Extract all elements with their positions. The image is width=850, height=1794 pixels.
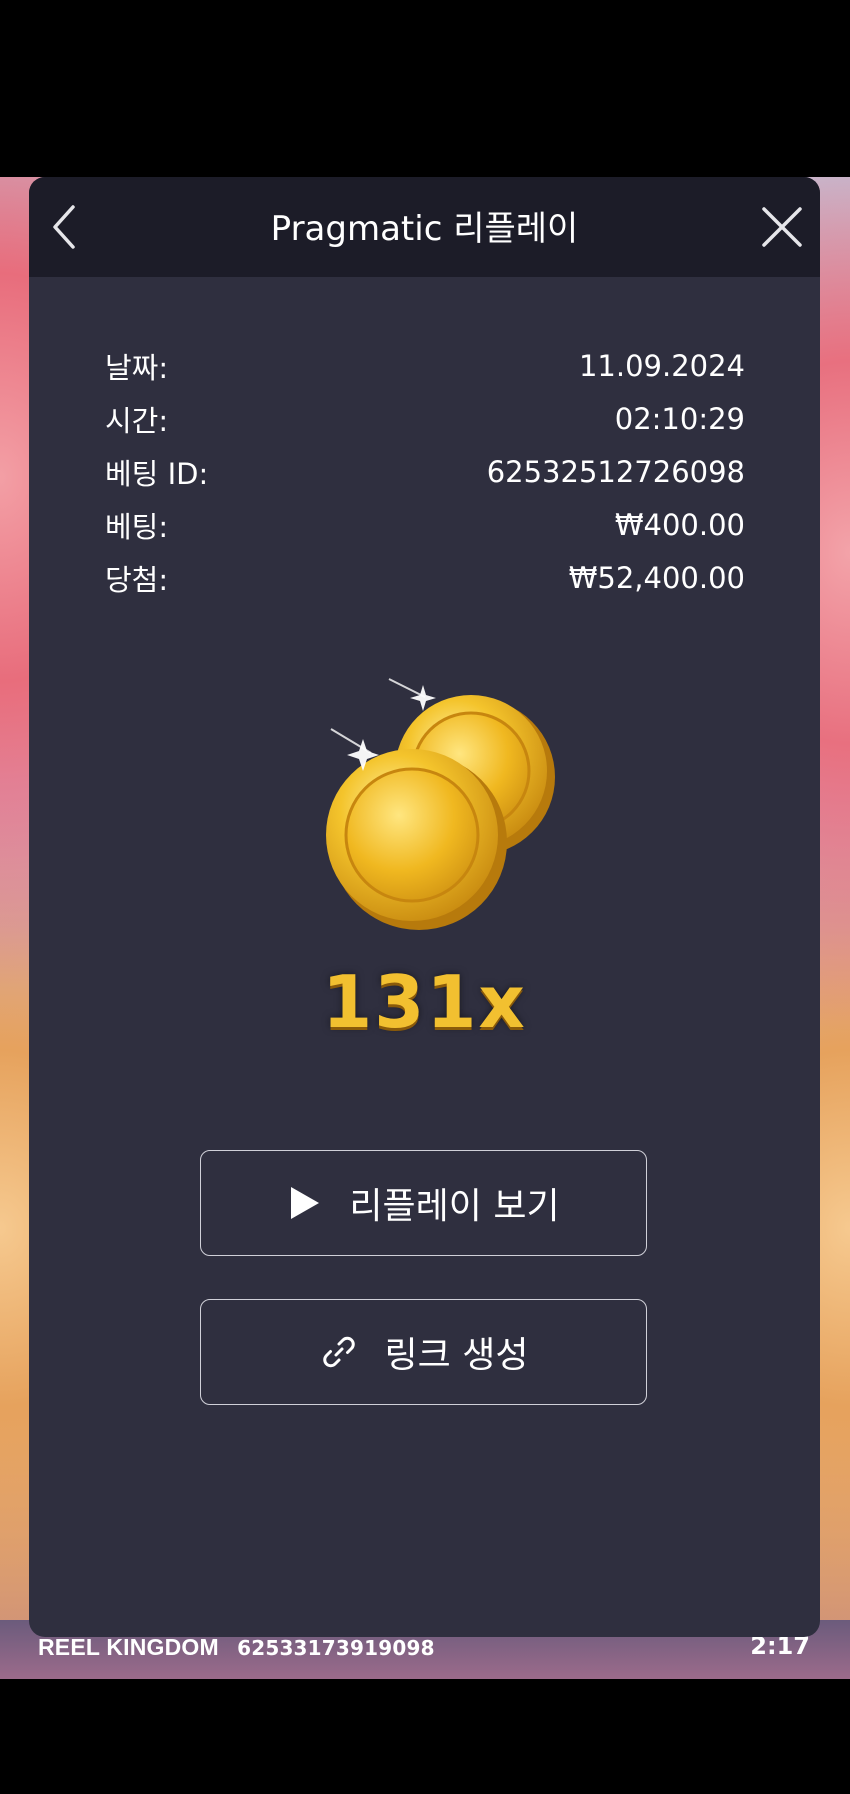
time-label: 시간: <box>105 403 169 438</box>
bet-label: 베팅: <box>105 509 169 544</box>
info-row-bet-id: 베팅 ID: 62532512726098 <box>105 445 745 498</box>
date-label: 날짜: <box>105 350 169 385</box>
info-row-time: 시간: 02:10:29 <box>105 392 745 445</box>
create-link-button[interactable]: 링크 생성 <box>200 1299 647 1405</box>
footer-round-id: 62533173919098 <box>237 1636 435 1660</box>
win-value: ₩52,400.00 <box>568 560 745 595</box>
play-icon <box>287 1183 323 1223</box>
info-row-date: 날짜: 11.09.2024 <box>105 339 745 392</box>
bet-value: ₩400.00 <box>614 507 745 542</box>
view-replay-label: 리플레이 보기 <box>349 1186 560 1227</box>
win-label: 당첨: <box>105 562 169 597</box>
replay-modal: Pragmatic 리플레이 날짜: 11.09.2024 시간: 02:10:… <box>29 177 820 1637</box>
info-row-win: 당첨: ₩52,400.00 <box>105 551 745 604</box>
provider-brand: REEL KINGDOM <box>38 1634 219 1660</box>
date-value: 11.09.2024 <box>578 348 745 383</box>
bet-id-label: 베팅 ID: <box>105 456 209 491</box>
modal-title: Pragmatic 리플레이 <box>270 209 579 249</box>
close-icon <box>762 207 802 247</box>
bet-id-value: 62532512726098 <box>486 454 745 489</box>
game-footer-info: REEL KINGDOM 62533173919098 <box>38 1634 435 1661</box>
close-button[interactable] <box>754 199 810 255</box>
view-replay-button[interactable]: 리플레이 보기 <box>200 1150 647 1256</box>
create-link-label: 링크 생성 <box>384 1335 529 1376</box>
info-row-bet: 베팅: ₩400.00 <box>105 498 745 551</box>
bet-info-table: 날짜: 11.09.2024 시간: 02:10:29 베팅 ID: 62532… <box>105 339 745 604</box>
modal-header: Pragmatic 리플레이 <box>29 177 820 277</box>
gold-coins-icon <box>326 678 555 930</box>
link-icon <box>319 1332 359 1372</box>
win-multiplier: 131x <box>322 960 527 1044</box>
time-value: 02:10:29 <box>614 401 745 436</box>
